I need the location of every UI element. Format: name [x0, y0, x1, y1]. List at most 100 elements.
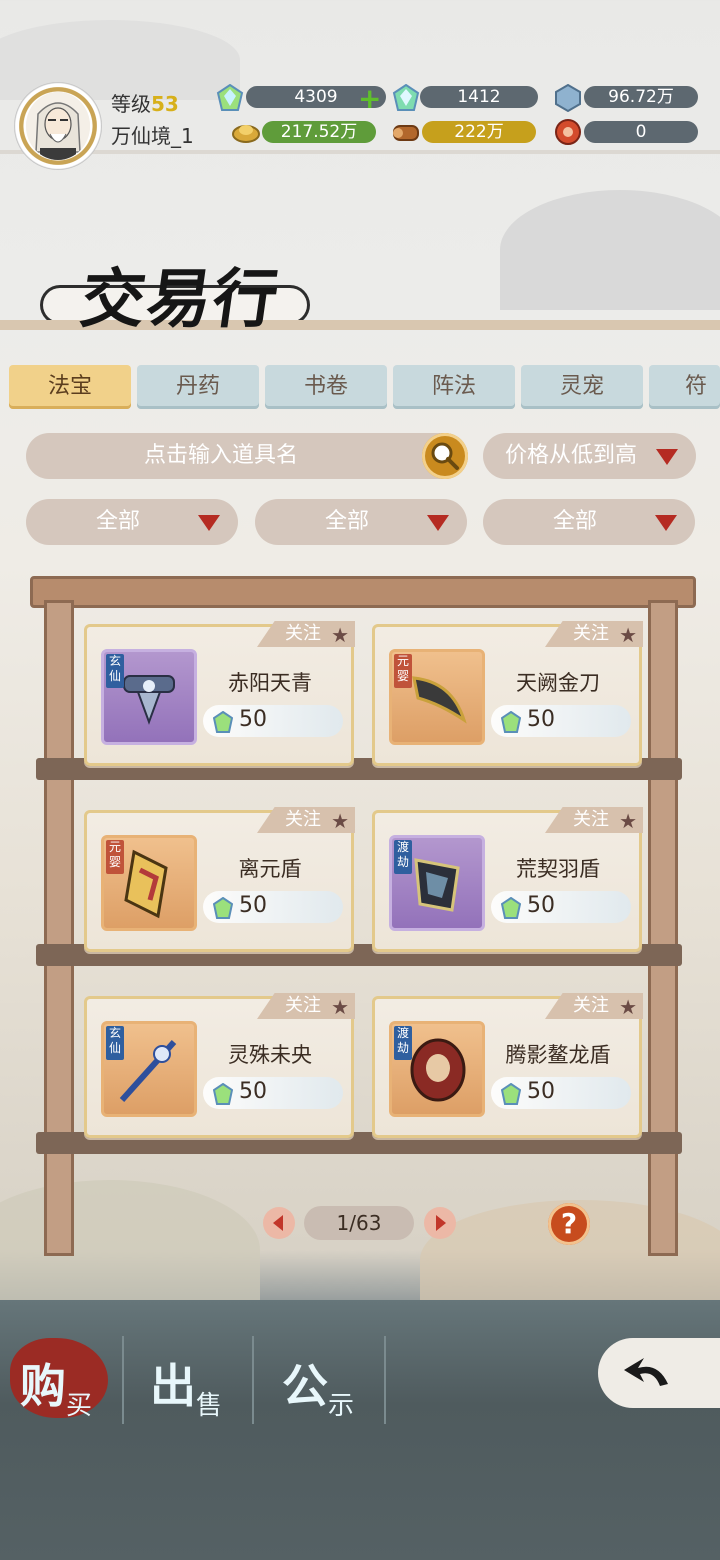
jade-crystal-icon [501, 897, 521, 919]
rank-badge: 元婴 [106, 840, 124, 874]
help-button[interactable]: ? [548, 1203, 590, 1245]
follow-label: 关注 [573, 623, 609, 644]
filter-label: 全部 [325, 509, 370, 534]
divider [122, 1336, 124, 1424]
filter-dropdown-3[interactable]: 全部 [483, 499, 695, 545]
follow-button[interactable]: 关注 ★ [257, 993, 355, 1019]
tab-fabao[interactable]: 法宝 [9, 365, 131, 409]
filter-label: 全部 [96, 509, 141, 534]
chevron-down-icon [656, 449, 678, 465]
filter-label: 全部 [553, 509, 598, 534]
page-indicator: 1/63 [304, 1206, 414, 1240]
item-icon-frame: 渡劫 [389, 1021, 485, 1117]
item-name: 腾影鳌龙盾 [505, 1043, 611, 1067]
item-card[interactable]: 关注 ★ 玄仙 灵殊未央 50 [84, 993, 355, 1138]
item-card[interactable]: 关注 ★ 渡劫 荒契羽盾 50 [372, 807, 643, 952]
page-title: 交易行 [75, 262, 285, 337]
chevron-down-icon [655, 515, 677, 531]
star-icon: ★ [619, 995, 637, 1019]
item-name: 赤阳天青 [228, 671, 312, 695]
item-icon-frame: 玄仙 [101, 1021, 197, 1117]
sort-dropdown[interactable]: 价格从低到高 [483, 433, 696, 479]
follow-label: 关注 [285, 809, 321, 830]
item-price: 50 [239, 1079, 267, 1104]
jade-crystal-icon [213, 897, 233, 919]
item-price: 50 [527, 893, 555, 918]
follow-button[interactable]: 关注 ★ [545, 621, 643, 647]
tab-zhenfa[interactable]: 阵法 [393, 365, 515, 409]
search-button[interactable] [422, 433, 468, 479]
item-name: 离元盾 [238, 857, 302, 881]
item-price: 50 [239, 893, 267, 918]
item-icon-frame: 元婴 [101, 835, 197, 931]
tab-shujuan[interactable]: 书卷 [265, 365, 387, 409]
chevron-down-icon [198, 515, 220, 531]
blue-stone-icon [555, 84, 581, 112]
divider [384, 1336, 386, 1424]
star-icon: ★ [331, 809, 349, 833]
filter-dropdown-2[interactable]: 全部 [255, 499, 467, 545]
star-icon: ★ [331, 623, 349, 647]
rank-badge: 元婴 [394, 654, 412, 688]
premium-jade-value: 1412 [420, 86, 538, 108]
item-icon-frame: 玄仙 [101, 649, 197, 745]
jade-crystal-icon [501, 711, 521, 733]
tab-notice-small: 示 [328, 1391, 355, 1421]
follow-button[interactable]: 关注 ★ [257, 621, 355, 647]
back-button[interactable] [598, 1338, 720, 1408]
jade-crystal-icon [501, 1083, 521, 1105]
wood-log-icon [393, 125, 419, 141]
tab-danyao[interactable]: 丹药 [137, 365, 259, 409]
follow-button[interactable]: 关注 ★ [545, 807, 643, 833]
search-input[interactable]: 点击输入道具名 [26, 433, 466, 479]
tab-fu[interactable]: 符 [649, 365, 720, 409]
shelf-top [30, 576, 696, 608]
item-price: 50 [527, 1079, 555, 1104]
follow-label: 关注 [285, 623, 321, 644]
item-card[interactable]: 关注 ★ 元婴 离元盾 50 [84, 807, 355, 952]
arrow-right-icon [436, 1215, 446, 1231]
player-realm: 万仙境_1 [111, 124, 194, 148]
tab-sell[interactable]: 出售 [150, 1350, 222, 1421]
next-page-button[interactable] [424, 1207, 456, 1239]
add-jade-button[interactable]: + [358, 82, 381, 115]
premium-jade-icon [392, 84, 420, 111]
elder-portrait-icon [26, 92, 90, 160]
red-token-value: 0 [584, 121, 698, 143]
item-card[interactable]: 关注 ★ 元婴 天阙金刀 50 [372, 621, 643, 766]
tab-notice-big: 公 [282, 1359, 328, 1413]
gold-ingot-icon [232, 125, 260, 143]
tab-linghong[interactable]: 灵宠 [521, 365, 643, 409]
level-label: 等级 [111, 92, 151, 116]
search-icon [431, 442, 459, 470]
level-value: 53 [151, 92, 179, 116]
blue-stone-value: 96.72万 [584, 86, 698, 108]
player-level: 等级53 [111, 88, 179, 117]
follow-label: 关注 [573, 809, 609, 830]
star-icon: ★ [331, 995, 349, 1019]
item-name: 荒契羽盾 [516, 857, 600, 881]
rank-badge: 渡劫 [394, 840, 412, 874]
tab-sell-big: 出 [150, 1359, 196, 1413]
tab-buy[interactable]: 购买 [20, 1350, 92, 1421]
filter-dropdown-1[interactable]: 全部 [26, 499, 238, 545]
item-icon-frame: 渡劫 [389, 835, 485, 931]
red-token-icon [555, 119, 581, 145]
divider [252, 1336, 254, 1424]
arrow-left-icon [273, 1215, 283, 1231]
tab-buy-big: 购 [20, 1359, 66, 1413]
item-card[interactable]: 关注 ★ 玄仙 赤阳天青 50 [84, 621, 355, 766]
item-card[interactable]: 关注 ★ 渡劫 腾影鳌龙盾 50 [372, 993, 643, 1138]
star-icon: ★ [619, 623, 637, 647]
star-icon: ★ [619, 809, 637, 833]
gold-ingot-value: 217.52万 [262, 121, 376, 143]
rank-badge: 渡劫 [394, 1026, 412, 1060]
jade-crystal-icon [216, 84, 244, 111]
tab-notice[interactable]: 公示 [282, 1350, 354, 1421]
follow-button[interactable]: 关注 ★ [545, 993, 643, 1019]
prev-page-button[interactable] [263, 1207, 295, 1239]
follow-button[interactable]: 关注 ★ [257, 807, 355, 833]
follow-label: 关注 [573, 995, 609, 1016]
avatar[interactable] [26, 92, 90, 160]
back-arrow-icon [624, 1358, 668, 1386]
